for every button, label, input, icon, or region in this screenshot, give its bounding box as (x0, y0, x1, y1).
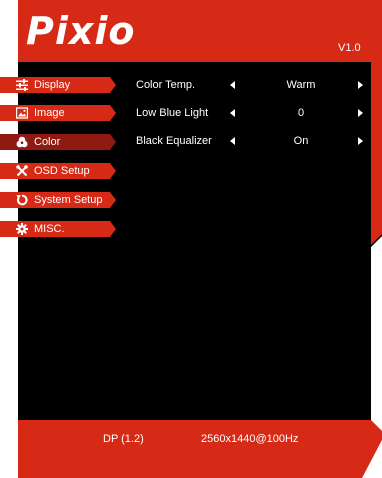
setting-name: Black Equalizer (136, 135, 212, 147)
setting-value: 0 (297, 107, 305, 119)
gear-icon (16, 223, 28, 235)
arrow-left-icon[interactable] (230, 81, 235, 89)
arrow-left-icon[interactable] (230, 109, 235, 117)
setting-row-color-temp[interactable]: Color Temp. Warm (136, 78, 368, 92)
menu-label-osd-setup: OSD Setup (34, 165, 90, 177)
arrow-right-icon[interactable] (358, 81, 363, 89)
resolution-status: 2560x1440@100Hz (201, 433, 299, 445)
menu-item-color[interactable]: Color (0, 134, 116, 150)
menu-item-misc[interactable]: MISC. (0, 221, 116, 237)
setting-row-black-equalizer[interactable]: Black Equalizer On (136, 134, 368, 148)
arrow-right-icon[interactable] (358, 109, 363, 117)
menu-label-misc: MISC. (34, 223, 65, 235)
pixio-logo: Pixio (26, 9, 136, 53)
menu-item-display[interactable]: Display (0, 77, 116, 93)
menu-label-display: Display (34, 79, 71, 91)
input-source-status: DP (1.2) (103, 433, 144, 445)
reset-icon (16, 194, 28, 206)
tools-icon (16, 165, 28, 177)
menu-label-system-setup: System Setup (34, 194, 103, 206)
setting-value: Warm (286, 79, 316, 91)
setting-row-low-blue-light[interactable]: Low Blue Light 0 (136, 106, 368, 120)
setting-name: Low Blue Light (136, 107, 209, 119)
menu-label-image: Image (34, 107, 65, 119)
setting-name: Color Temp. (136, 79, 196, 91)
menu-item-system-setup[interactable]: System Setup (0, 192, 116, 208)
menu-label-color: Color (34, 136, 61, 148)
menu-item-image[interactable]: Image (0, 105, 116, 121)
setting-value: On (293, 135, 309, 147)
arrow-left-icon[interactable] (230, 137, 235, 145)
osd-window: Pixio V1.0 Display Image Color OSD Setup… (0, 0, 382, 478)
palette-icon (16, 136, 28, 148)
picture-icon (16, 107, 28, 119)
arrow-right-icon[interactable] (358, 137, 363, 145)
osd-frame (18, 0, 382, 478)
menu-item-osd-setup[interactable]: OSD Setup (0, 163, 116, 179)
sliders-icon (16, 79, 28, 91)
version-label: V1.0 (338, 42, 361, 54)
